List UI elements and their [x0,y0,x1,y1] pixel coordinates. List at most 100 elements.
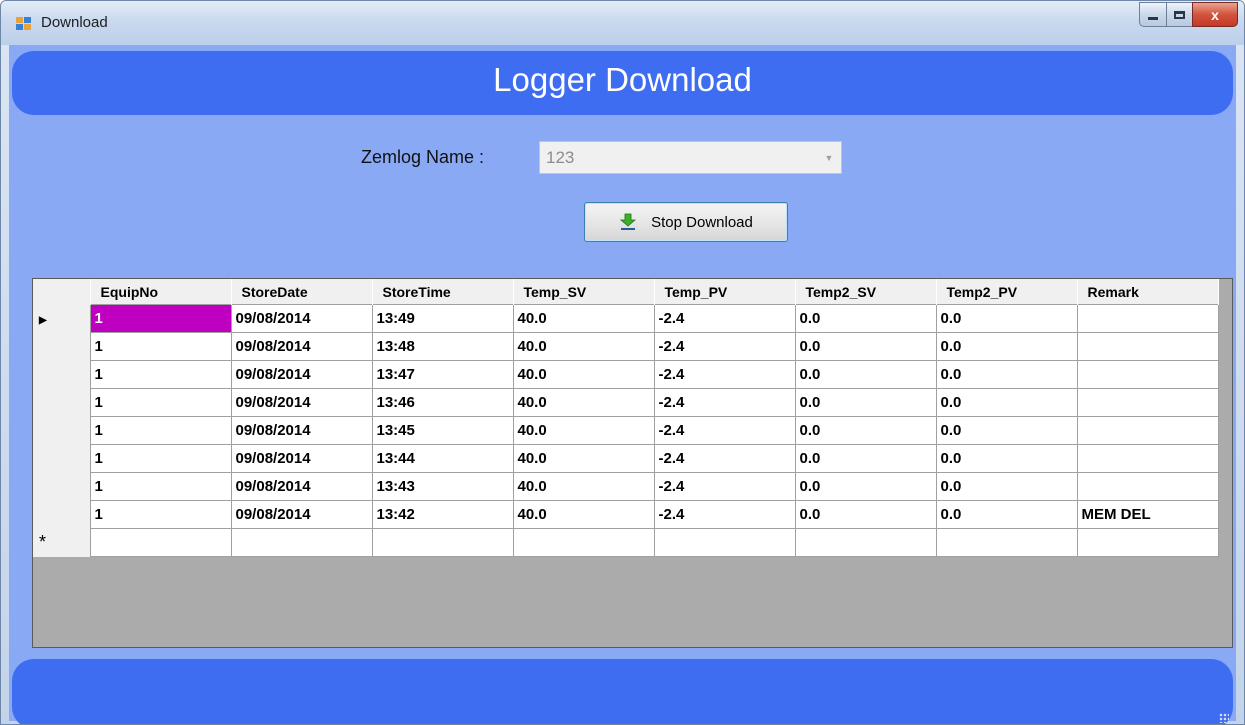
grid-cell[interactable]: 0.0 [794,416,937,445]
grid-cell[interactable] [794,528,937,557]
table-row[interactable]: ▶ 1 09/08/2014 13:49 40.0 -2.4 0.0 0.0 [33,304,1219,333]
grid-cell[interactable]: 13:43 [371,472,514,501]
column-header[interactable]: Temp_SV [513,279,655,305]
grid-cell[interactable]: 40.0 [512,360,655,389]
grid-cell[interactable] [653,528,796,557]
grid-cell[interactable] [1076,472,1219,501]
table-row[interactable]: 1 09/08/2014 13:46 40.0 -2.4 0.0 0.0 [33,388,1219,417]
grid-cell[interactable]: 0.0 [935,332,1078,361]
grid-cell[interactable]: 1 [89,332,232,361]
grid-cell[interactable]: 09/08/2014 [230,360,373,389]
grid-cell[interactable] [1076,360,1219,389]
grid-cell[interactable]: 09/08/2014 [230,332,373,361]
grid-cell[interactable]: 09/08/2014 [230,388,373,417]
grid-cell[interactable]: 0.0 [794,332,937,361]
grid-cell[interactable]: 0.0 [794,444,937,473]
grid-cell[interactable]: 40.0 [512,500,655,529]
row-header[interactable] [33,388,91,417]
row-header[interactable] [33,444,91,473]
grid-cell[interactable]: -2.4 [653,304,796,333]
column-header[interactable]: Remark [1077,279,1219,305]
new-row[interactable]: * [33,528,1219,557]
grid-cell[interactable]: 40.0 [512,416,655,445]
grid-cell[interactable]: 1 [89,304,232,333]
grid-cell[interactable]: 0.0 [794,360,937,389]
column-header[interactable]: Temp2_SV [795,279,937,305]
grid-cell[interactable]: 0.0 [935,444,1078,473]
grid-cell[interactable]: 1 [89,472,232,501]
data-grid[interactable]: EquipNo StoreDate StoreTime Temp_SV Temp… [32,278,1233,648]
column-header[interactable]: StoreTime [372,279,514,305]
grid-cell[interactable]: 0.0 [935,360,1078,389]
grid-cell[interactable]: 13:48 [371,332,514,361]
grid-cell[interactable]: -2.4 [653,500,796,529]
grid-cell[interactable]: 13:46 [371,388,514,417]
row-header[interactable] [33,360,91,389]
maximize-button[interactable] [1166,2,1192,27]
stop-download-button[interactable]: Stop Download [584,202,788,242]
grid-cell[interactable]: 0.0 [794,388,937,417]
grid-cell[interactable] [371,528,514,557]
row-header[interactable]: * [33,528,91,557]
grid-cell[interactable]: 0.0 [794,304,937,333]
column-header[interactable]: StoreDate [231,279,373,305]
grid-cell[interactable]: 1 [89,416,232,445]
grid-cell[interactable]: 0.0 [935,388,1078,417]
grid-cell[interactable]: 1 [89,500,232,529]
grid-cell[interactable] [1076,304,1219,333]
grid-cell[interactable]: -2.4 [653,416,796,445]
zemlog-name-combobox[interactable]: 123 ▼ [539,141,842,174]
grid-cell[interactable]: 1 [89,388,232,417]
table-row[interactable]: 1 09/08/2014 13:47 40.0 -2.4 0.0 0.0 [33,360,1219,389]
grid-cell[interactable]: 13:49 [371,304,514,333]
grid-cell[interactable] [935,528,1078,557]
grid-cell[interactable]: 13:42 [371,500,514,529]
grid-cell[interactable] [230,528,373,557]
grid-cell[interactable]: 40.0 [512,472,655,501]
grid-cell[interactable]: 13:44 [371,444,514,473]
grid-cell[interactable]: -2.4 [653,388,796,417]
row-header[interactable]: ▶ [33,304,91,333]
table-row[interactable]: 1 09/08/2014 13:44 40.0 -2.4 0.0 0.0 [33,444,1219,473]
resize-grip-icon[interactable] [1219,713,1229,723]
row-header[interactable] [33,332,91,361]
grid-cell[interactable]: 0.0 [935,472,1078,501]
grid-cell[interactable]: -2.4 [653,472,796,501]
title-bar[interactable]: Download x [1,1,1244,45]
grid-cell[interactable] [1076,332,1219,361]
row-header[interactable] [33,472,91,501]
grid-cell[interactable]: 0.0 [935,500,1078,529]
grid-cell[interactable] [512,528,655,557]
grid-cell[interactable]: 1 [89,444,232,473]
table-row[interactable]: 1 09/08/2014 13:43 40.0 -2.4 0.0 0.0 [33,472,1219,501]
grid-cell[interactable]: 0.0 [935,304,1078,333]
row-header[interactable] [33,416,91,445]
grid-cell[interactable]: MEM DEL [1076,500,1219,529]
row-header-corner[interactable] [33,279,91,305]
grid-cell[interactable] [1076,388,1219,417]
grid-cell[interactable]: 40.0 [512,304,655,333]
grid-cell[interactable]: 13:45 [371,416,514,445]
close-button[interactable]: x [1192,2,1238,27]
grid-cell[interactable] [89,528,232,557]
grid-cell[interactable]: 09/08/2014 [230,416,373,445]
grid-cell[interactable] [1076,444,1219,473]
grid-cell[interactable]: 0.0 [794,500,937,529]
grid-cell[interactable]: -2.4 [653,332,796,361]
grid-cell[interactable]: 1 [89,360,232,389]
chevron-down-icon[interactable]: ▼ [817,153,841,163]
grid-cell[interactable]: 09/08/2014 [230,500,373,529]
grid-cell[interactable]: 09/08/2014 [230,472,373,501]
grid-cell[interactable]: 09/08/2014 [230,444,373,473]
grid-cell[interactable]: 13:47 [371,360,514,389]
column-header[interactable]: EquipNo [90,279,232,305]
grid-cell[interactable]: 40.0 [512,444,655,473]
grid-cell[interactable]: -2.4 [653,444,796,473]
row-header[interactable] [33,500,91,529]
grid-cell[interactable]: -2.4 [653,360,796,389]
grid-cell[interactable]: 0.0 [935,416,1078,445]
table-row[interactable]: 1 09/08/2014 13:45 40.0 -2.4 0.0 0.0 [33,416,1219,445]
grid-cell[interactable] [1076,416,1219,445]
table-row[interactable]: 1 09/08/2014 13:42 40.0 -2.4 0.0 0.0 MEM DEL [33,500,1219,529]
column-header[interactable]: Temp_PV [654,279,796,305]
